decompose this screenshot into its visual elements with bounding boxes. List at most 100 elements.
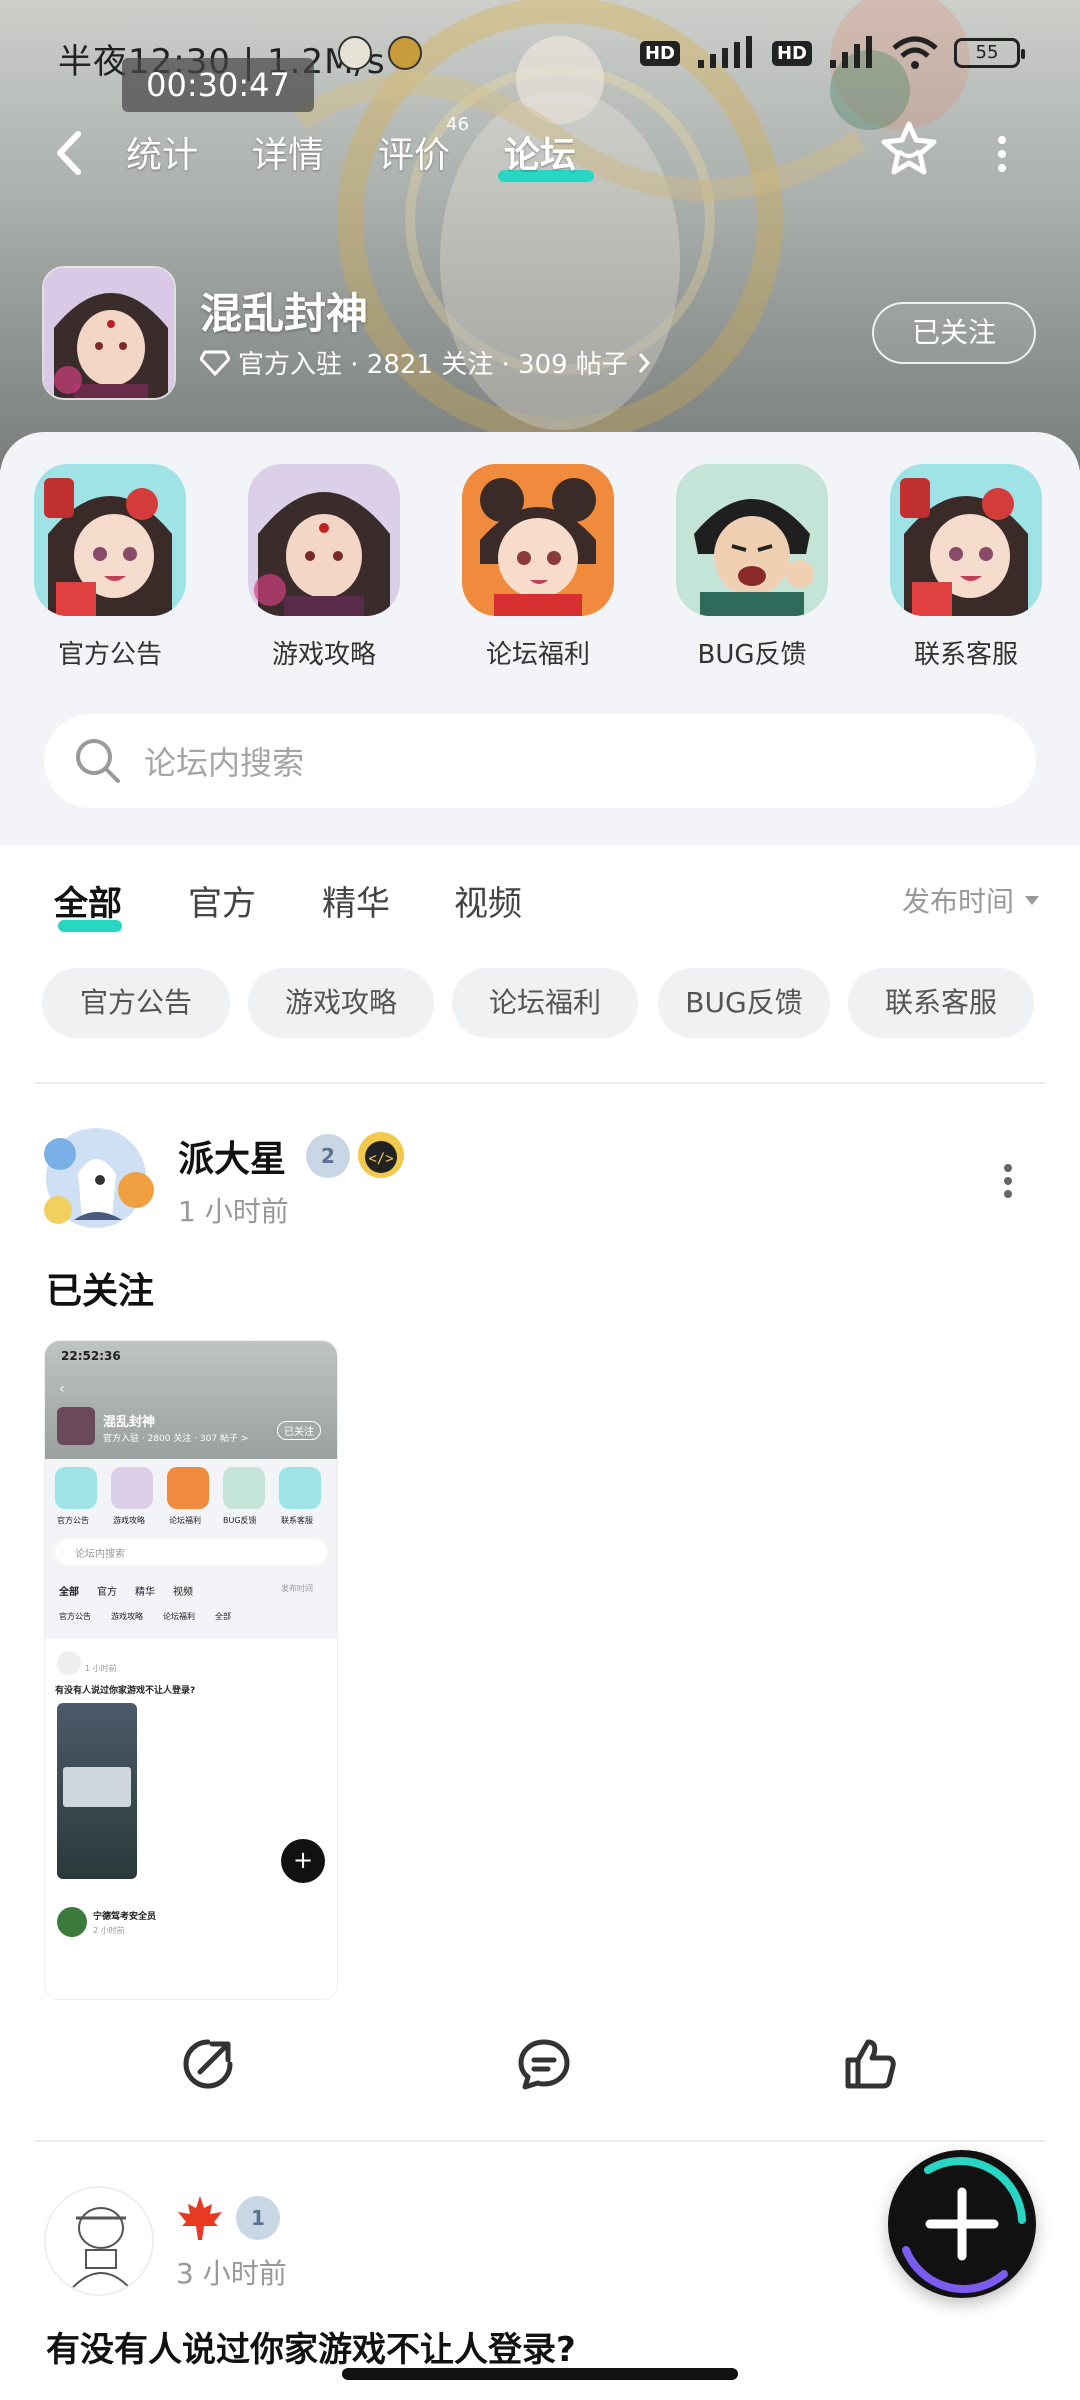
mini-sort: 发布时间 xyxy=(281,1584,313,1593)
status-indicators: HD HD 55 xyxy=(639,34,1025,72)
category-bug-feedback[interactable]: BUG反馈 xyxy=(672,464,832,671)
category-forum-welfare[interactable]: 论坛福利 xyxy=(458,464,618,671)
post-username[interactable]: 派大星 xyxy=(178,1130,286,1182)
chip-game-guide[interactable]: 游戏攻略 xyxy=(248,968,434,1038)
hd-badge: HD xyxy=(639,40,680,66)
diamond-icon xyxy=(200,350,230,376)
user-avatar[interactable] xyxy=(38,1124,158,1232)
signal-icon xyxy=(697,36,752,68)
user-avatar-2[interactable] xyxy=(44,2186,154,2296)
tab-details[interactable]: 详情 xyxy=(252,126,324,178)
home-indicator xyxy=(342,2368,738,2380)
user-level-badge-2: 1 xyxy=(236,2196,280,2240)
recording-timer: 00:30:47 xyxy=(122,58,314,112)
mini-back-icon: ‹ xyxy=(59,1381,65,1397)
back-icon[interactable] xyxy=(50,128,90,178)
favorite-star-icon[interactable] xyxy=(878,118,940,180)
developer-badge-icon: </> xyxy=(358,1132,404,1178)
mini-category-label: 论坛福利 xyxy=(169,1516,201,1525)
chip-forum-welfare[interactable]: 论坛福利 xyxy=(452,968,638,1038)
mini-tab: 全部 xyxy=(59,1587,79,1598)
mini-chip: 全部 xyxy=(215,1612,231,1621)
mini-category-label: 游戏攻略 xyxy=(113,1516,145,1525)
tab-forum[interactable]: 论坛 xyxy=(504,126,576,178)
mini-category-label: BUG反馈 xyxy=(223,1516,257,1525)
battery-icon: 55 xyxy=(954,38,1025,68)
more-menu-icon[interactable] xyxy=(992,134,1012,174)
chevron-right-icon xyxy=(638,352,650,373)
category-customer-service[interactable]: 联系客服 xyxy=(886,464,1046,671)
post-content[interactable]: 已关注 xyxy=(46,1262,154,1314)
mini-header: 22:52:36 ‹ 混乱封神 官方入驻 · 2800 关注 · 307 帖子 … xyxy=(45,1341,337,1459)
mini-next-time: 2 小时前 xyxy=(93,1926,125,1935)
app-notification-icon xyxy=(388,36,422,70)
category-game-guide[interactable]: 游戏攻略 xyxy=(244,464,404,671)
divider xyxy=(34,1082,1046,1084)
tab-reviews[interactable]: 评价 xyxy=(378,126,450,178)
category-official-announcement[interactable]: 官方公告 xyxy=(30,464,190,671)
sort-dropdown[interactable]: 发布时间 xyxy=(902,880,1040,920)
create-post-button[interactable] xyxy=(888,2150,1036,2298)
tab-stats[interactable]: 统计 xyxy=(126,126,198,178)
category-label: 论坛福利 xyxy=(485,640,590,670)
feed-tab-all[interactable]: 全部 xyxy=(54,876,122,925)
user-level-badge: 2 xyxy=(306,1134,350,1178)
mini-tab: 官方 xyxy=(97,1587,117,1598)
forum-header: 半夜12:30 | 1.2M/s HD HD 55 00:30:47 统计 详情… xyxy=(0,0,1080,470)
search-placeholder: 论坛内搜索 xyxy=(144,744,305,782)
comment-icon[interactable] xyxy=(516,2036,572,2092)
post-content-2[interactable]: 有没有人说过你家游戏不让人登录? xyxy=(46,2322,576,2371)
review-count: 46 xyxy=(446,114,469,135)
feed-tabs: 全部 官方 精华 视频 发布时间 xyxy=(0,846,1080,946)
category-label: BUG反馈 xyxy=(697,640,807,670)
post-more-icon[interactable] xyxy=(1000,1164,1016,1198)
plus-icon xyxy=(902,2157,1026,2293)
maple-leaf-icon xyxy=(178,2196,222,2240)
share-icon[interactable] xyxy=(180,2036,236,2092)
feed-tab-video[interactable]: 视频 xyxy=(454,876,522,925)
game-guide-icon xyxy=(248,464,400,616)
mini-tab: 视频 xyxy=(173,1587,193,1598)
caret-down-icon xyxy=(1025,896,1039,905)
post-time: 1 小时前 xyxy=(178,1195,289,1228)
mini-post-text: 有没有人说过你家游戏不让人登录? xyxy=(55,1686,196,1696)
mini-game-title: 混乱封神 xyxy=(103,1415,156,1430)
sort-label: 发布时间 xyxy=(901,885,1014,918)
bug-feedback-icon xyxy=(676,464,828,616)
game-avatar xyxy=(42,266,176,400)
game-meta[interactable]: 官方入驻 · 2821 关注 · 309 帖子 xyxy=(200,344,652,381)
mini-search-placeholder: 论坛内搜索 xyxy=(75,1549,125,1560)
mini-category-label: 官方公告 xyxy=(57,1516,89,1525)
chip-official-announcement[interactable]: 官方公告 xyxy=(42,968,230,1038)
feed-tab-official[interactable]: 官方 xyxy=(188,876,256,925)
category-panel: 官方公告 游戏攻略 论坛福利 BUG反馈 联系客服 论坛内搜索 xyxy=(0,432,1080,846)
post-screenshot-image[interactable]: 22:52:36 ‹ 混乱封神 官方入驻 · 2800 关注 · 307 帖子 … xyxy=(44,1340,338,2000)
mini-chip: 官方公告 xyxy=(59,1612,91,1621)
chip-customer-service[interactable]: 联系客服 xyxy=(848,968,1034,1038)
mini-chip: 游戏攻略 xyxy=(111,1612,143,1621)
follow-button[interactable]: 已关注 xyxy=(872,302,1036,364)
divider xyxy=(34,2140,1046,2142)
notification-icon xyxy=(338,36,372,70)
mini-post-time: 1 小时前 xyxy=(85,1664,117,1673)
like-icon[interactable] xyxy=(842,2036,898,2092)
mini-fab: + xyxy=(281,1839,325,1883)
post-time-2: 3 小时前 xyxy=(176,2257,287,2290)
topic-chips: 官方公告 游戏攻略 论坛福利 BUG反馈 联系客服 xyxy=(0,968,1080,1038)
official-announcement-icon xyxy=(34,464,186,616)
forum-search-input[interactable]: 论坛内搜索 xyxy=(44,714,1036,808)
post-actions xyxy=(0,2036,1080,2106)
category-label: 联系客服 xyxy=(913,640,1018,670)
top-nav: 统计 详情 评价 46 论坛 xyxy=(0,114,1080,188)
customer-service-icon xyxy=(890,464,1042,616)
feed-tab-featured[interactable]: 精华 xyxy=(322,876,390,925)
mini-next-user: 宁德驾考安全员 xyxy=(93,1912,157,1922)
mini-tab: 精华 xyxy=(135,1587,155,1598)
svg-text:</>: </> xyxy=(368,1151,393,1167)
search-icon xyxy=(76,739,120,783)
signal-5g-icon xyxy=(830,36,872,68)
game-meta-text: 官方入驻 · 2821 关注 · 309 帖子 xyxy=(238,350,628,380)
game-title: 混乱封神 xyxy=(200,289,369,338)
chip-bug-feedback[interactable]: BUG反馈 xyxy=(658,968,830,1038)
mini-game-meta: 官方入驻 · 2800 关注 · 307 帖子 > xyxy=(103,1434,249,1444)
